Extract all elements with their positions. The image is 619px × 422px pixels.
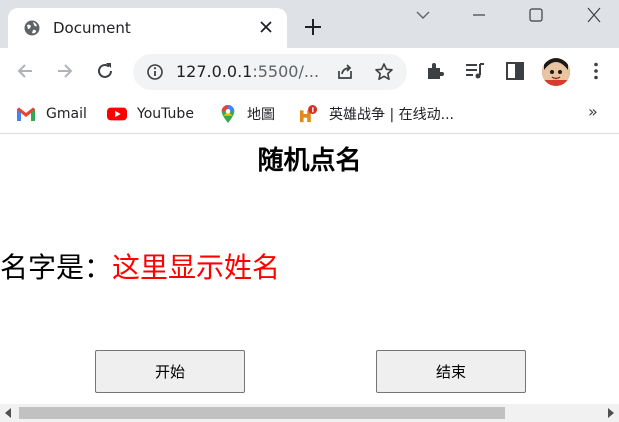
name-value: 这里显示姓名 — [112, 251, 281, 284]
scroll-right-arrow-icon[interactable] — [608, 408, 614, 418]
bookmark-youtube[interactable]: YouTube — [107, 103, 194, 125]
youtube-icon — [107, 107, 127, 121]
forward-arrow-icon[interactable] — [54, 60, 76, 82]
menu-kebab-icon[interactable] — [585, 60, 607, 82]
minimize-icon[interactable] — [469, 6, 489, 24]
globe-icon — [24, 20, 40, 36]
browser-toolbar: 127.0.0.1:5500/... — [0, 48, 619, 94]
tab-title: Document — [53, 19, 131, 37]
page-title: 随机点名 — [257, 146, 362, 176]
page-content: 随机点名 名字是：这里显示姓名 开始 结束 — [0, 134, 619, 404]
browser-window: Document 127.0.0.1:5500/... Gmail YouTub… — [0, 0, 619, 422]
share-icon[interactable] — [335, 62, 355, 82]
address-bar[interactable]: 127.0.0.1:5500/... — [133, 54, 407, 90]
start-button[interactable]: 开始 — [95, 350, 245, 393]
avatar-icon — [542, 58, 570, 86]
name-label: 名字是： — [0, 251, 113, 284]
tab-document[interactable]: Document — [8, 8, 287, 48]
bookmark-maps[interactable]: 地圖 — [219, 103, 275, 125]
gmail-icon — [17, 107, 35, 121]
profile-avatar[interactable] — [542, 58, 570, 86]
bookmarks-overflow-button[interactable]: » — [588, 102, 598, 121]
maximize-icon[interactable] — [526, 6, 546, 24]
tab-bar: Document — [0, 0, 619, 48]
star-icon[interactable] — [374, 62, 394, 82]
scrollbar-thumb[interactable] — [19, 407, 505, 419]
maps-icon — [221, 105, 235, 123]
bookmark-hero-game[interactable]: 英雄战争 | 在线动... — [299, 103, 454, 125]
horizontal-scrollbar[interactable] — [0, 404, 619, 422]
bookmark-gmail[interactable]: Gmail — [16, 103, 87, 125]
scroll-left-arrow-icon[interactable] — [5, 408, 11, 418]
url-text: 127.0.0.1:5500/... — [176, 62, 320, 81]
extensions-icon[interactable] — [424, 60, 446, 82]
new-tab-icon[interactable] — [303, 17, 323, 37]
close-icon[interactable] — [257, 18, 275, 36]
back-arrow-icon[interactable] — [14, 60, 36, 82]
chevron-down-icon[interactable] — [413, 6, 433, 24]
hero-game-icon — [300, 105, 318, 123]
name-display: 名字是：这里显示姓名 — [0, 246, 280, 286]
side-panel-icon[interactable] — [504, 60, 526, 82]
media-control-icon[interactable] — [464, 60, 486, 82]
reload-icon[interactable] — [94, 60, 116, 82]
end-button[interactable]: 结束 — [376, 350, 526, 393]
bookmarks-bar: Gmail YouTube 地圖 英雄战争 | 在线动... » — [0, 94, 619, 134]
close-window-icon[interactable] — [584, 6, 604, 24]
info-icon[interactable] — [146, 63, 164, 81]
